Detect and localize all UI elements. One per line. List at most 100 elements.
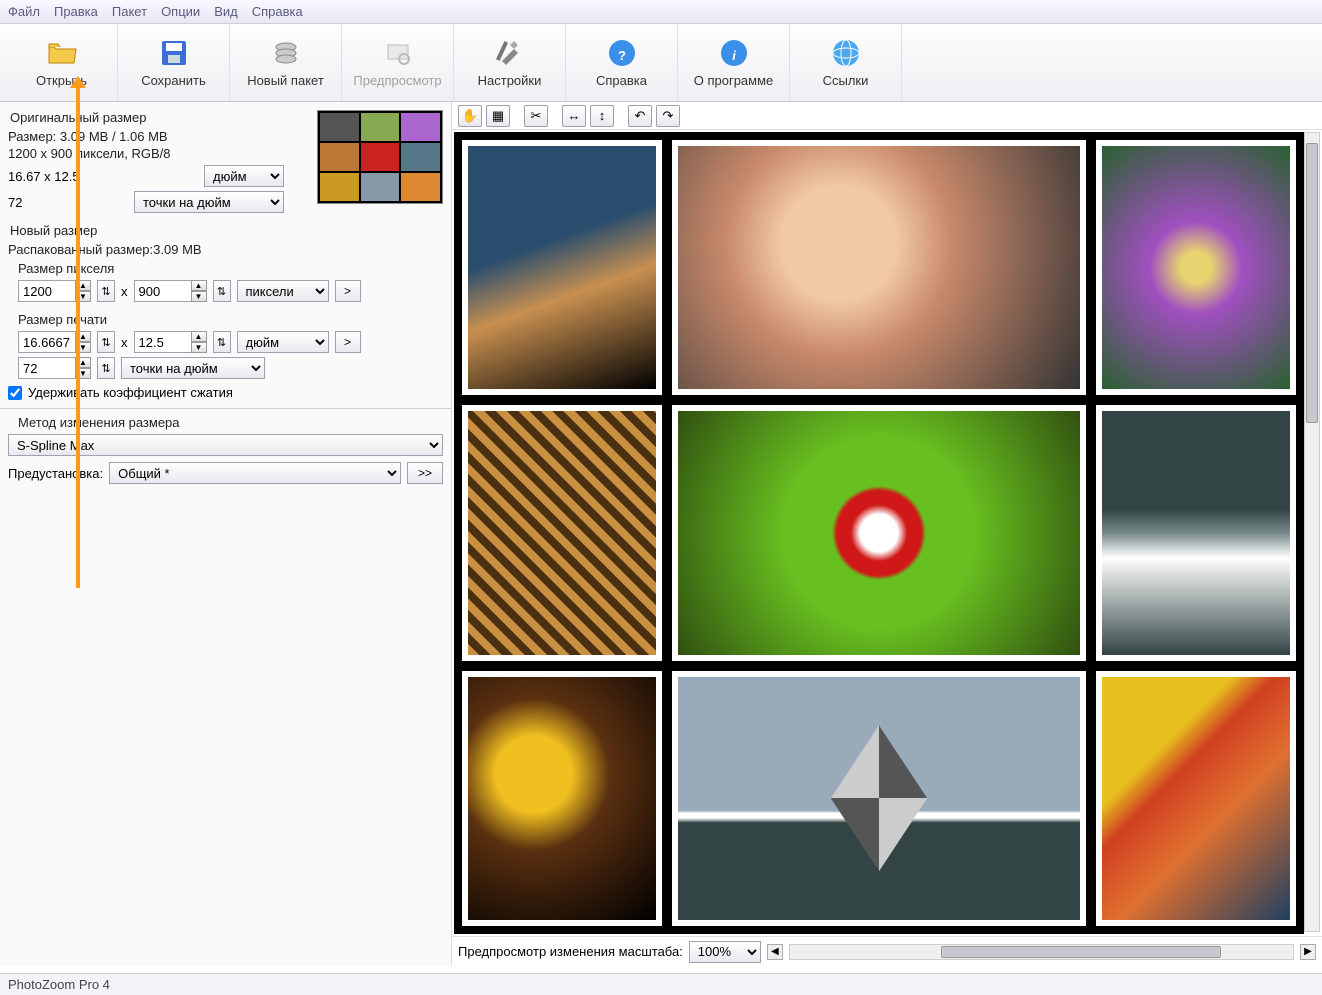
unpacked-line: Распакованный размер:3.09 MB <box>8 242 443 257</box>
collage-tile <box>462 405 662 660</box>
width-link-icon[interactable]: ⇅ <box>97 280 115 302</box>
new-batch-button[interactable]: Новый пакет <box>230 25 342 101</box>
original-unit2-select[interactable]: точки на дюйм <box>134 191 284 213</box>
new-batch-label: Новый пакет <box>247 73 324 88</box>
svg-text:i: i <box>732 48 736 63</box>
vertical-scrollbar[interactable] <box>1304 132 1320 932</box>
fit-width-icon[interactable]: ↔ <box>562 105 586 127</box>
collage-tile <box>1096 140 1296 395</box>
preview-button[interactable]: Предпросмотр <box>342 25 454 101</box>
print-height-spinner[interactable]: ▲▼ <box>134 331 207 353</box>
right-panel: ✋ ▦ ✂ ↔ ↕ ↶ ↷ П <box>452 102 1322 966</box>
preview-label: Предпросмотр <box>353 73 441 88</box>
save-button[interactable]: Сохранить <box>118 25 230 101</box>
links-button[interactable]: Ссылки <box>790 25 902 101</box>
thumbnail-preview[interactable] <box>317 110 443 204</box>
ph-link-icon[interactable]: ⇅ <box>213 331 231 353</box>
x-label-1: x <box>121 284 128 299</box>
links-label: Ссылки <box>823 73 869 88</box>
x-label-2: x <box>121 335 128 350</box>
ph-down[interactable]: ▼ <box>191 342 207 353</box>
horizontal-scroll-thumb[interactable] <box>941 946 1221 958</box>
undo-icon[interactable]: ↶ <box>628 105 652 127</box>
menu-file[interactable]: Файл <box>8 4 40 19</box>
vertical-scroll-thumb[interactable] <box>1306 143 1318 423</box>
resolution-unit-select[interactable]: точки на дюйм <box>121 357 265 379</box>
annotation-arrow <box>76 78 80 588</box>
collage-tile <box>672 405 1086 660</box>
info-icon: i <box>718 37 750 69</box>
height-up[interactable]: ▲ <box>191 280 207 291</box>
original-unit1-select[interactable]: дюйм <box>204 165 284 187</box>
size-label: Размер: <box>8 129 56 144</box>
marquee-tool-icon[interactable]: ▦ <box>486 105 510 127</box>
pixel-unit-select[interactable]: пиксели <box>237 280 329 302</box>
status-bar: PhotoZoom Pro 4 <box>0 973 1322 995</box>
help-button[interactable]: ? Справка <box>566 25 678 101</box>
preset-more-button[interactable]: >> <box>407 462 443 484</box>
print-size-title: Размер печати <box>18 312 443 327</box>
help-icon: ? <box>606 37 638 69</box>
main-toolbar: Открыть Сохранить Новый пакет Предпросмо… <box>0 24 1322 102</box>
res-link-icon[interactable]: ⇅ <box>97 357 115 379</box>
about-button[interactable]: i О программе <box>678 25 790 101</box>
preset-label: Предустановка: <box>8 466 103 481</box>
crop-tool-icon[interactable]: ✂ <box>524 105 548 127</box>
menu-options[interactable]: Опции <box>161 4 200 19</box>
open-button[interactable]: Открыть <box>6 25 118 101</box>
method-select[interactable]: S-Spline Max <box>8 434 443 456</box>
preview-icon <box>382 37 414 69</box>
hand-tool-icon[interactable]: ✋ <box>458 105 482 127</box>
preset-select[interactable]: Общий * <box>109 462 401 484</box>
unpacked-value: 3.09 MB <box>153 242 201 257</box>
height-spinner[interactable]: ▲▼ <box>134 280 207 302</box>
scroll-left-icon[interactable]: ◀ <box>767 944 783 960</box>
collage-tile <box>1096 405 1296 660</box>
menu-view[interactable]: Вид <box>214 4 238 19</box>
help-label: Справка <box>596 73 647 88</box>
resolution-spinner[interactable]: ▲▼ <box>18 357 91 379</box>
keep-ratio-checkbox[interactable] <box>8 386 22 400</box>
settings-button[interactable]: Настройки <box>454 25 566 101</box>
print-unit-select[interactable]: дюйм <box>237 331 329 353</box>
pw-link-icon[interactable]: ⇅ <box>97 331 115 353</box>
ph-up[interactable]: ▲ <box>191 331 207 342</box>
collage-tile <box>672 671 1086 926</box>
preview-canvas[interactable] <box>454 132 1304 934</box>
preview-toolbar: ✋ ▦ ✂ ↔ ↕ ↶ ↷ <box>452 102 1322 130</box>
fit-height-icon[interactable]: ↕ <box>590 105 614 127</box>
horizontal-scrollbar[interactable] <box>789 944 1294 960</box>
menu-batch[interactable]: Пакет <box>112 4 147 19</box>
redo-icon[interactable]: ↷ <box>656 105 680 127</box>
menu-edit[interactable]: Правка <box>54 4 98 19</box>
svg-text:?: ? <box>618 48 626 63</box>
height-link-icon[interactable]: ⇅ <box>213 280 231 302</box>
unpacked-label: Распакованный размер: <box>8 242 153 257</box>
batch-icon <box>270 37 302 69</box>
menu-help[interactable]: Справка <box>252 4 303 19</box>
height-down[interactable]: ▼ <box>191 291 207 302</box>
collage-tile <box>462 140 662 395</box>
collage-tile <box>1096 671 1296 926</box>
collage-tile <box>462 671 662 926</box>
settings-label: Настройки <box>478 73 542 88</box>
save-label: Сохранить <box>141 73 206 88</box>
height-input[interactable] <box>134 280 192 302</box>
print-height-input[interactable] <box>134 331 192 353</box>
resize-method-title: Метод изменения размера <box>18 415 443 430</box>
left-panel: Оригинальный размер Размер: 3.09 MB / 1.… <box>0 102 452 966</box>
app-name: PhotoZoom Pro 4 <box>8 977 110 992</box>
print-width-input[interactable] <box>18 331 76 353</box>
folder-open-icon <box>46 37 78 69</box>
globe-icon <box>830 37 862 69</box>
print-width-spinner[interactable]: ▲▼ <box>18 331 91 353</box>
zoom-select[interactable]: 100% <box>689 941 761 963</box>
pixel-apply-button[interactable]: > <box>335 280 361 302</box>
width-spinner[interactable]: ▲▼ <box>18 280 91 302</box>
menubar: Файл Правка Пакет Опции Вид Справка <box>0 0 1322 24</box>
resolution-input[interactable] <box>18 357 76 379</box>
print-apply-button[interactable]: > <box>335 331 361 353</box>
original-physical: 16.67 x 12.5 <box>8 169 198 184</box>
scroll-right-icon[interactable]: ▶ <box>1300 944 1316 960</box>
width-input[interactable] <box>18 280 76 302</box>
